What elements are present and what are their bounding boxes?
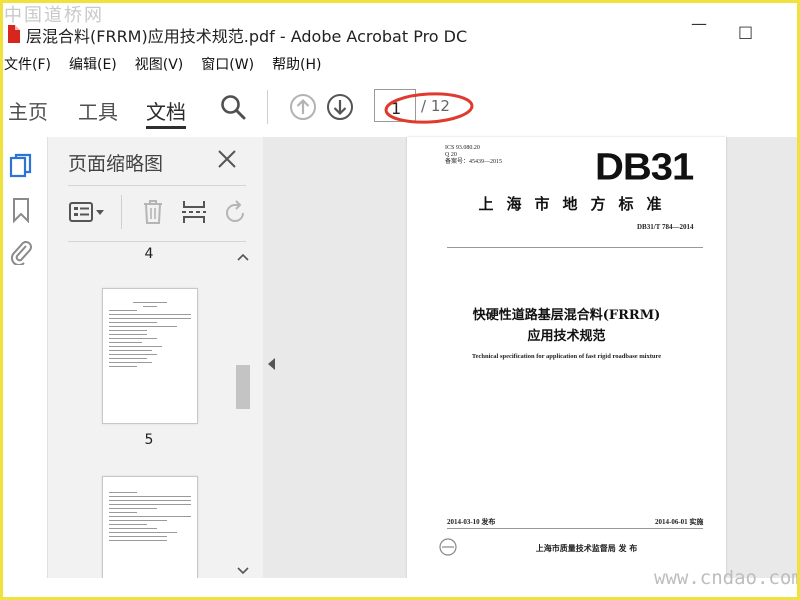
document-title: 快硬性道路基层混合料(FRRM) 应用技术规范 — [472, 308, 661, 344]
standard-code-logo: DB31 — [595, 146, 694, 188]
tab-home[interactable]: 主页 — [8, 96, 48, 125]
previous-page-icon[interactable] — [289, 93, 317, 121]
document-viewport[interactable]: ICS 93.080.20 Q 20 备案号：45439—2015 DB31 上… — [263, 137, 800, 578]
next-page-icon[interactable] — [326, 93, 354, 121]
tab-document[interactable]: 文档 — [146, 96, 186, 125]
header-rule — [447, 247, 703, 248]
collapse-panel-icon[interactable] — [266, 357, 276, 371]
menu-view[interactable]: 视图(V) — [129, 54, 190, 76]
pdf-file-icon — [8, 25, 20, 43]
navigation-rail — [3, 137, 47, 578]
toolbar-divider — [267, 90, 268, 124]
scroll-up-icon[interactable] — [236, 251, 250, 263]
document-title-english: Technical specification for application … — [471, 353, 662, 360]
menu-file[interactable]: 文件(F) — [0, 54, 57, 76]
page-thumbnails-icon[interactable] — [9, 153, 33, 179]
close-icon[interactable] — [216, 148, 238, 170]
active-tab-indicator — [146, 126, 186, 129]
thumbnail-page-4[interactable] — [102, 288, 198, 424]
thumbnail-label-page-5: 5 — [144, 432, 154, 448]
thumbnail-label-page-4: 4 — [144, 246, 154, 262]
menu-bar: 文件(F) 编辑(E) 视图(V) 窗口(W) 帮助(H) — [0, 54, 800, 76]
panel-title: 页面缩略图 — [68, 153, 164, 175]
thumbnail-options-icon[interactable] — [68, 200, 108, 224]
standard-number: DB31/T 784—2014 — [637, 223, 694, 231]
red-annotation-ellipse — [384, 92, 474, 124]
issuing-authority: 上海市地方标准 — [478, 195, 675, 213]
minimize-button[interactable]: — — [684, 14, 714, 33]
panel-divider — [68, 185, 246, 186]
tab-tools[interactable]: 工具 — [78, 96, 118, 125]
menu-window[interactable]: 窗口(W) — [195, 54, 260, 76]
issue-date: 2014-03-10 发布 — [447, 518, 496, 526]
attachment-icon[interactable] — [9, 239, 33, 265]
panel-tools-divider — [121, 195, 122, 229]
thumbnail-scrollbar[interactable] — [232, 247, 254, 578]
watermark-bottom: www.cndao.com — [654, 567, 800, 589]
panel-divider-2 — [68, 241, 246, 242]
publisher: 上海市质量技术监督局 发 布 — [535, 543, 638, 553]
extract-page-icon[interactable] — [181, 199, 207, 225]
ics-code: ICS 93.080.20 Q 20 备案号：45439—2015 — [445, 145, 503, 165]
scrollbar-thumb[interactable] — [236, 365, 250, 409]
menu-help[interactable]: 帮助(H) — [266, 54, 327, 76]
window-title: 层混合料(FRRM)应用技术规范.pdf - Adobe Acrobat Pro… — [26, 27, 468, 46]
thumbnail-page-5[interactable] — [102, 476, 198, 578]
trash-icon[interactable] — [142, 199, 164, 225]
bookmark-icon[interactable] — [9, 197, 33, 223]
implementation-date: 2014-06-01 实施 — [655, 518, 704, 526]
scroll-down-icon[interactable] — [236, 565, 250, 577]
menu-edit[interactable]: 编辑(E) — [63, 54, 123, 76]
title-bar: 中国道桥网 层混合料(FRRM)应用技术规范.pdf - Adobe Acrob… — [0, 0, 800, 52]
maximize-button[interactable]: □ — [738, 22, 753, 41]
document-page: ICS 93.080.20 Q 20 备案号：45439—2015 DB31 上… — [407, 137, 726, 578]
search-icon[interactable] — [220, 94, 246, 120]
thumbnails-panel: 页面缩略图 4 5 — [47, 137, 263, 578]
rotate-icon[interactable] — [223, 199, 247, 225]
footer-rule — [447, 528, 703, 529]
